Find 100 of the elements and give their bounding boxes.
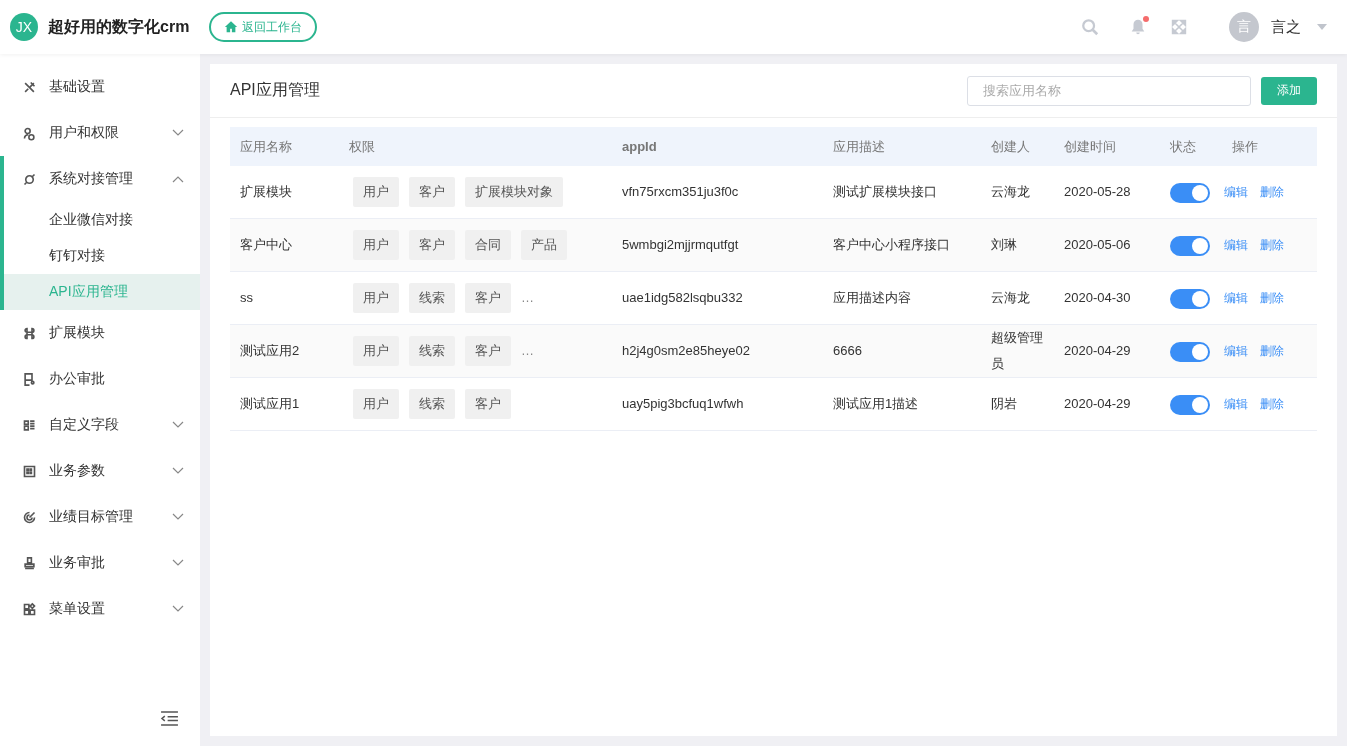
table-cell: 2020-05-28 xyxy=(1064,184,1131,199)
permission-tag: 用户 xyxy=(353,283,399,313)
status-toggle[interactable] xyxy=(1170,288,1210,309)
table-cell: uay5pig3bcfuq1wfwh xyxy=(622,396,744,411)
action-link[interactable]: 删除 xyxy=(1260,391,1284,417)
permission-tag: 客户 xyxy=(409,230,455,260)
sidebar-subitem[interactable]: 钉钉对接 xyxy=(4,238,200,274)
table-cell: 应用描述内容 xyxy=(833,290,911,305)
caret-icon[interactable] xyxy=(1317,24,1327,30)
table-cell: 5wmbgi2mjjrmqutfgt xyxy=(622,237,739,252)
table-cell: 云海龙 xyxy=(991,290,1030,305)
action-link[interactable]: 编辑 xyxy=(1224,391,1248,417)
permission-tag: 线索 xyxy=(409,336,455,366)
permission-tag: 线索 xyxy=(409,389,455,419)
menu-icon xyxy=(22,463,37,479)
permission-tag: 用户 xyxy=(353,336,399,366)
status-toggle[interactable] xyxy=(1170,235,1210,256)
table-cell: h2j4g0sm2e85heye02 xyxy=(622,343,750,358)
table-cell: uae1idg582lsqbu332 xyxy=(622,290,743,305)
permission-tag: 线索 xyxy=(409,283,455,313)
table-cell: 2020-04-29 xyxy=(1064,343,1131,358)
collapse-menu-icon[interactable] xyxy=(160,711,179,726)
table-cell: 2020-04-29 xyxy=(1064,396,1131,411)
table-cell: 6666 xyxy=(833,343,862,358)
sidebar-subitem[interactable]: 企业微信对接 xyxy=(4,202,200,238)
sidebar-item[interactable]: 业绩目标管理 xyxy=(0,494,200,540)
permission-tag: 用户 xyxy=(353,389,399,419)
table-cell: 客户中心小程序接口 xyxy=(833,237,950,252)
column-header: 应用描述 xyxy=(833,138,885,154)
permission-tag: 扩展模块对象 xyxy=(465,177,563,207)
sidebar-item[interactable]: 扩展模块 xyxy=(0,310,200,356)
sidebar-item[interactable]: 自定义字段 xyxy=(0,402,200,448)
permission-tag: 客户 xyxy=(465,336,511,366)
table-cell: 扩展模块 xyxy=(240,184,292,199)
action-link[interactable]: 删除 xyxy=(1260,232,1284,258)
table-cell: 刘琳 xyxy=(991,237,1017,252)
action-link[interactable]: 编辑 xyxy=(1224,285,1248,311)
status-toggle[interactable] xyxy=(1170,182,1210,203)
menu-icon xyxy=(22,125,37,141)
column-header: 操作 xyxy=(1232,138,1258,154)
permission-tag: 客户 xyxy=(409,177,455,207)
column-header: 应用名称 xyxy=(240,138,292,154)
menu-icon xyxy=(22,171,37,187)
menu-icon xyxy=(22,555,37,571)
status-toggle[interactable] xyxy=(1170,394,1210,415)
sidebar-item[interactable]: 业务审批 xyxy=(0,540,200,586)
table-cell: 测试应用1描述 xyxy=(833,396,919,411)
action-link[interactable]: 删除 xyxy=(1260,179,1284,205)
menu-icon xyxy=(22,325,37,341)
menu-icon xyxy=(22,79,37,95)
more-ellipsis: … xyxy=(521,342,534,360)
column-header: 创建时间 xyxy=(1064,138,1116,154)
sidebar-item[interactable]: 基础设置 xyxy=(0,64,200,110)
action-link[interactable]: 删除 xyxy=(1260,338,1284,364)
action-link[interactable]: 编辑 xyxy=(1224,179,1248,205)
sidebar-item[interactable]: 用户和权限 xyxy=(0,110,200,156)
bell-icon[interactable] xyxy=(1129,18,1147,36)
more-ellipsis: … xyxy=(521,289,534,307)
table-cell: vfn75rxcm351ju3f0c xyxy=(622,184,739,199)
column-header: 权限 xyxy=(349,138,375,154)
permission-tag: 产品 xyxy=(521,230,567,260)
sidebar-item[interactable]: 菜单设置 xyxy=(0,586,200,632)
table-cell: 超级管理员 xyxy=(991,330,1043,371)
column-header: appId xyxy=(622,138,657,154)
app-name: 超好用的数字化crm xyxy=(48,16,190,37)
back-to-workbench-button[interactable]: 返回工作台 xyxy=(209,12,318,42)
table-cell: 测试应用1 xyxy=(240,396,300,411)
table-cell: 2020-04-30 xyxy=(1064,290,1131,305)
menu-icon xyxy=(22,601,37,617)
sidebar-item[interactable]: 办公审批 xyxy=(0,356,200,402)
table-cell: 2020-05-06 xyxy=(1064,237,1131,252)
column-header: 创建人 xyxy=(991,138,1030,154)
menu-icon xyxy=(22,417,37,433)
table-cell: 云海龙 xyxy=(991,184,1030,199)
permission-tag: 客户 xyxy=(465,283,511,313)
table-cell: ss xyxy=(240,290,253,305)
table-cell: 测试应用2 xyxy=(240,343,300,358)
sidebar-item[interactable]: 系统对接管理 xyxy=(4,156,200,202)
action-link[interactable]: 编辑 xyxy=(1224,338,1248,364)
permission-tag: 用户 xyxy=(353,230,399,260)
permission-tag: 客户 xyxy=(465,389,511,419)
action-link[interactable]: 编辑 xyxy=(1224,232,1248,258)
menu-icon xyxy=(22,509,37,525)
logo: JX xyxy=(10,13,38,41)
page-title: API应用管理 xyxy=(230,80,320,100)
table-cell: 客户中心 xyxy=(240,237,292,252)
search-field[interactable]: 搜索应用名称 xyxy=(967,75,1251,106)
column-header: 状态 xyxy=(1170,138,1196,154)
sidebar-item[interactable]: 业务参数 xyxy=(0,448,200,494)
table-cell: 阴岩 xyxy=(991,396,1017,411)
action-link[interactable]: 删除 xyxy=(1260,285,1284,311)
table-cell: 测试扩展模块接口 xyxy=(833,184,937,199)
permission-tag: 用户 xyxy=(353,177,399,207)
status-toggle[interactable] xyxy=(1170,341,1210,362)
user-name[interactable]: 言之 xyxy=(1271,17,1301,37)
add-button[interactable]: 添加 xyxy=(1261,76,1317,105)
sidebar-subitem[interactable]: API应用管理 xyxy=(4,274,200,310)
menu-icon xyxy=(22,371,37,387)
permission-tag: 合同 xyxy=(465,230,511,260)
home-icon xyxy=(224,20,239,34)
